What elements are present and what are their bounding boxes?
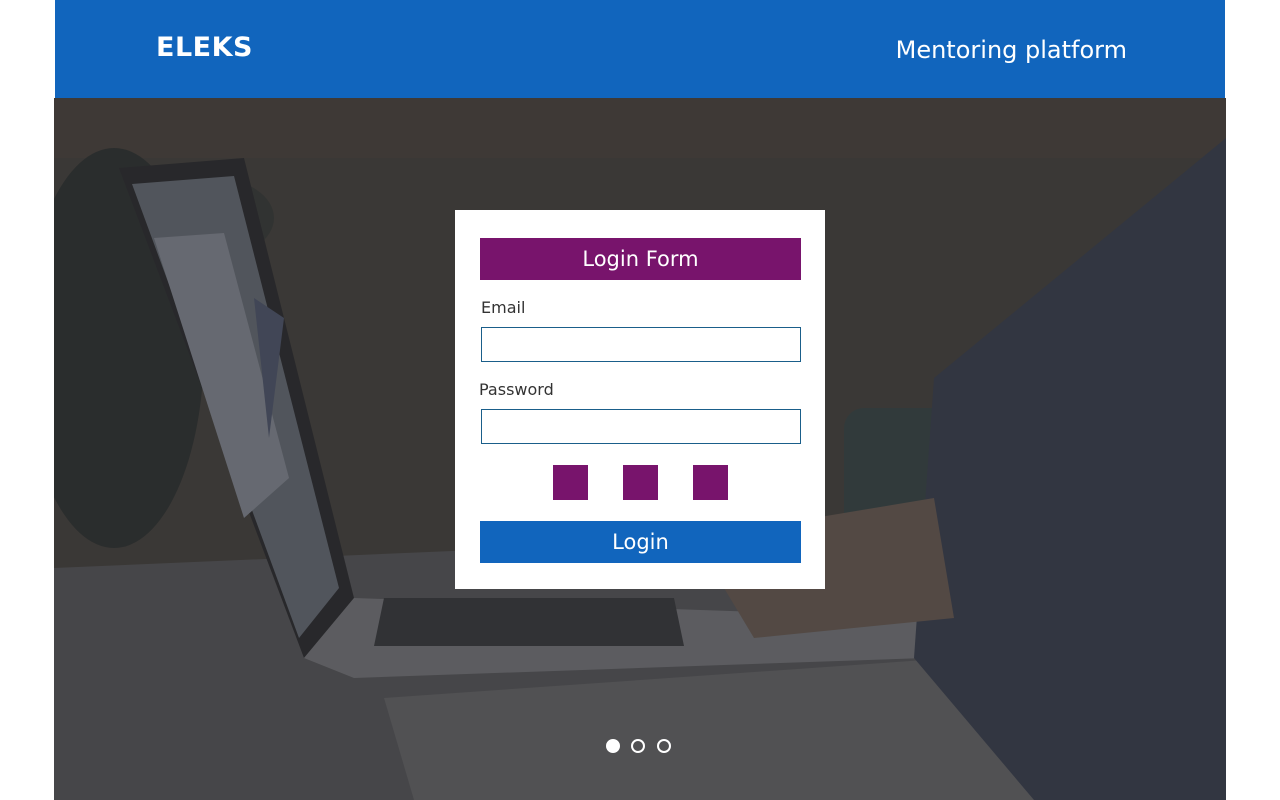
hero-slider: Login Form Email Password Login (54, 98, 1226, 800)
carousel-dot-2[interactable] (631, 739, 645, 753)
login-form-title: Login Form (480, 238, 801, 280)
brand-logo[interactable]: ELEKS (156, 31, 253, 65)
email-field[interactable] (481, 327, 801, 362)
social-login-button-2[interactable] (623, 465, 658, 500)
login-button[interactable]: Login (480, 521, 801, 563)
login-card: Login Form Email Password Login (455, 210, 825, 589)
social-login-button-1[interactable] (553, 465, 588, 500)
carousel-indicators (604, 739, 684, 757)
page: ELEKS Mentoring platform Login Form Emai… (54, 0, 1226, 800)
header: ELEKS Mentoring platform (55, 0, 1225, 98)
password-label: Password (479, 380, 554, 399)
platform-title: Mentoring platform (895, 36, 1127, 64)
email-label: Email (481, 298, 526, 317)
carousel-dot-3[interactable] (657, 739, 671, 753)
carousel-dot-1[interactable] (606, 739, 620, 753)
password-field[interactable] (481, 409, 801, 444)
social-login-button-3[interactable] (693, 465, 728, 500)
